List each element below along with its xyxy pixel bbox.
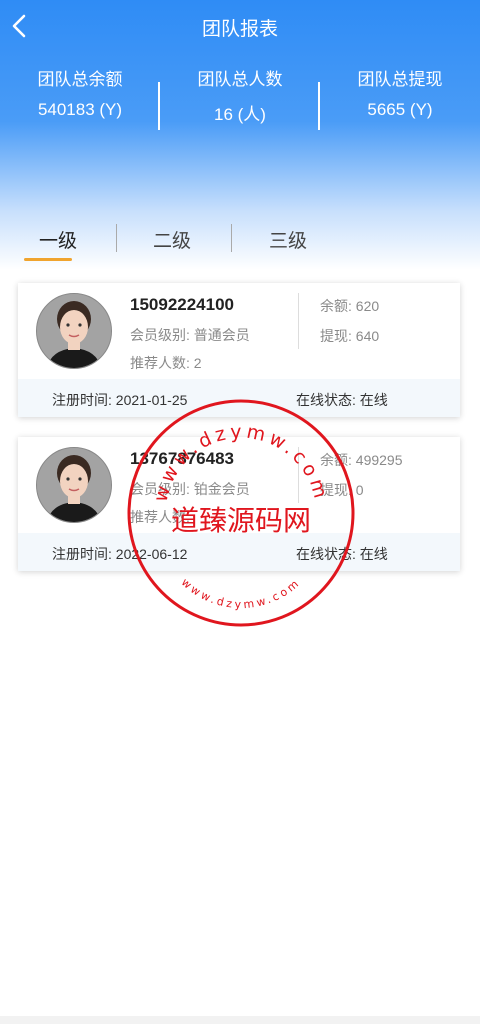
- status-value: 在线: [359, 392, 388, 408]
- referrals-value: 2: [193, 355, 202, 371]
- status-value: 在线: [359, 546, 388, 562]
- withdraw-value: 640: [355, 328, 380, 344]
- active-tab-underline: [24, 258, 72, 261]
- member-withdraw: 提现: 0: [320, 480, 364, 500]
- referrals-label: 推荐人数:: [130, 355, 190, 371]
- reg-label: 注册时间:: [52, 546, 112, 562]
- level-value: 铂金会员: [193, 481, 250, 497]
- member-balance: 余额: 499295: [320, 450, 403, 470]
- level-tabs: 一级 二级 三级: [0, 222, 480, 266]
- stamp-ring-bottom-text: www.dzymw.com: [179, 576, 304, 612]
- card-footer: 注册时间: 2021-01-25 在线状态: 在线: [18, 379, 460, 417]
- tab-separator: [116, 224, 117, 252]
- member-balance: 余额: 620: [320, 296, 379, 316]
- member-referrals: 推荐人数: 2: [130, 353, 202, 373]
- member-withdraw: 提现: 640: [320, 326, 379, 346]
- stat-value: 540183 (Y): [37, 100, 123, 119]
- member-card[interactable]: 15092224100 会员级别: 普通会员 推荐人数: 2 余额: 620 提…: [18, 283, 460, 417]
- status-label: 在线状态:: [296, 546, 356, 562]
- avatar: [36, 293, 112, 369]
- withdraw-label: 提现:: [320, 482, 352, 498]
- balance-value: 620: [355, 298, 380, 314]
- member-level: 会员级别: 普通会员: [130, 325, 250, 345]
- stat-label: 团队总余额: [37, 70, 123, 89]
- avatar-portrait-icon: [37, 448, 111, 522]
- tab-level-1[interactable]: 一级: [8, 226, 108, 253]
- stat-label: 团队总人数: [197, 70, 283, 89]
- balance-value: 499295: [355, 452, 403, 468]
- reg-date: 2021-01-25: [115, 392, 188, 408]
- stat-value: 5665 (Y): [367, 100, 433, 119]
- stat-divider: [318, 82, 320, 130]
- tab-level-3[interactable]: 三级: [238, 226, 338, 253]
- registration-time: 注册时间: 2022-06-12: [52, 544, 187, 564]
- team-stats: 团队总余额 540183 (Y) 团队总人数 16 (人) 团队总提现 5665…: [0, 62, 480, 134]
- bottom-bar: [0, 1016, 480, 1024]
- tab-separator: [231, 224, 232, 252]
- level-label: 会员级别:: [130, 481, 190, 497]
- status-label: 在线状态:: [296, 392, 356, 408]
- card-divider: [298, 447, 299, 503]
- member-phone: 15092224100: [130, 295, 235, 314]
- registration-time: 注册时间: 2021-01-25: [52, 390, 187, 410]
- card-divider: [298, 293, 299, 349]
- stat-value: 16 (人): [214, 105, 266, 124]
- member-card[interactable]: 13767876483 会员级别: 铂金会员 推荐人数: 余额: 499295 …: [18, 437, 460, 571]
- reg-date: 2022-06-12: [115, 546, 188, 562]
- withdraw-value: 0: [355, 482, 364, 498]
- member-referrals: 推荐人数:: [130, 507, 190, 527]
- card-footer: 注册时间: 2022-06-12 在线状态: 在线: [18, 533, 460, 571]
- stat-label: 团队总提现: [357, 70, 443, 89]
- stat-total-withdraw: 团队总提现 5665 (Y): [320, 62, 480, 134]
- online-status: 在线状态: 在线: [296, 544, 388, 564]
- stat-divider: [158, 82, 160, 130]
- withdraw-label: 提现:: [320, 328, 352, 344]
- stat-total-members: 团队总人数 16 (人): [160, 62, 320, 134]
- member-phone: 13767876483: [130, 449, 235, 468]
- online-status: 在线状态: 在线: [296, 390, 388, 410]
- level-label: 会员级别:: [130, 327, 190, 343]
- page-title: 团队报表: [201, 19, 278, 40]
- referrals-label: 推荐人数:: [130, 509, 190, 525]
- tab-level-2[interactable]: 二级: [122, 226, 222, 253]
- avatar: [36, 447, 112, 523]
- avatar-portrait-icon: [37, 294, 111, 368]
- balance-label: 余额:: [320, 452, 352, 468]
- level-value: 普通会员: [193, 327, 250, 343]
- member-level: 会员级别: 铂金会员: [130, 479, 250, 499]
- balance-label: 余额:: [320, 298, 352, 314]
- reg-label: 注册时间:: [52, 392, 112, 408]
- stat-total-balance: 团队总余额 540183 (Y): [0, 62, 160, 134]
